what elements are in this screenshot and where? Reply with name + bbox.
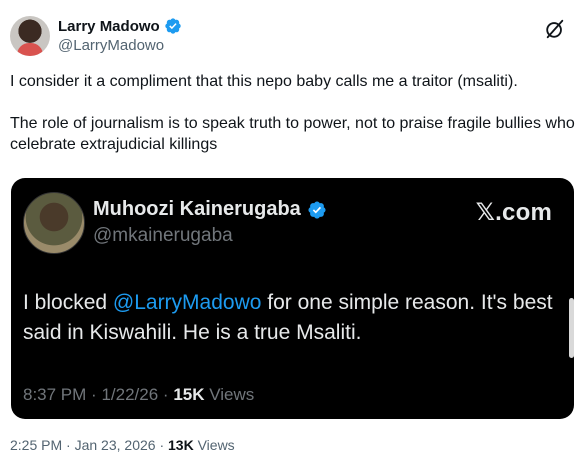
embedded-views-label: Views	[209, 385, 255, 404]
tweet-date[interactable]: Jan 23, 2026	[75, 437, 156, 453]
tweet-views-count[interactable]: 13K	[168, 437, 194, 453]
embedded-mention: @LarryMadowo	[112, 291, 262, 314]
tweet-views-label: Views	[197, 437, 235, 453]
embedded-verified-badge-icon	[308, 200, 326, 219]
scrollbar-thumb[interactable]	[569, 298, 574, 358]
embedded-separator-2: ·	[162, 385, 169, 404]
tweet-time[interactable]: 2:25 PM	[10, 437, 62, 453]
author-name-row: Larry Madowo	[58, 16, 182, 36]
tweet-text: I consider it a compliment that this nep…	[10, 71, 576, 155]
x-logo-source: 𝕏.com	[475, 199, 552, 226]
embedded-meta: 8:37 PM · 1/22/26 · 15K Views	[23, 385, 254, 405]
embedded-date: 1/22/26	[101, 385, 159, 404]
embedded-display-name: Muhoozi Kainerugaba	[93, 198, 301, 220]
author-handle[interactable]: @LarryMadowo	[58, 37, 182, 54]
embedded-tweet-image[interactable]: Muhoozi Kainerugaba @mkainerugaba 𝕏.com …	[11, 178, 574, 419]
footer-separator-2: ·	[159, 437, 165, 453]
author-name-block: Larry Madowo @LarryMadowo	[58, 16, 182, 54]
tweet-paragraph-2: The role of journalism is to speak truth…	[10, 115, 575, 153]
verified-badge-icon	[165, 18, 181, 34]
embedded-text-before: I blocked	[23, 291, 113, 314]
author-avatar[interactable]	[10, 16, 50, 56]
embedded-tweet-text: I blocked @LarryMadowo for one simple re…	[23, 288, 563, 348]
embedded-name-row: Muhoozi Kainerugaba	[93, 198, 327, 221]
grok-icon[interactable]	[544, 18, 566, 40]
embedded-separator-1: ·	[91, 385, 97, 404]
embedded-views-count: 15K	[173, 385, 205, 404]
tweet-header: Larry Madowo @LarryMadowo	[10, 12, 574, 60]
embedded-time: 8:37 PM	[23, 385, 87, 404]
tweet-footer: 2:25 PM · Jan 23, 2026 · 13K Views	[10, 437, 235, 453]
tweet-paragraph-1: I consider it a compliment that this nep…	[10, 73, 518, 90]
embedded-handle: @mkainerugaba	[93, 225, 233, 246]
scrollbar[interactable]	[569, 186, 575, 414]
footer-separator-1: ·	[66, 437, 71, 453]
author-display-name[interactable]: Larry Madowo	[58, 18, 160, 35]
embedded-author-avatar	[23, 192, 85, 254]
embedded-name-block: Muhoozi Kainerugaba @mkainerugaba	[93, 198, 327, 247]
